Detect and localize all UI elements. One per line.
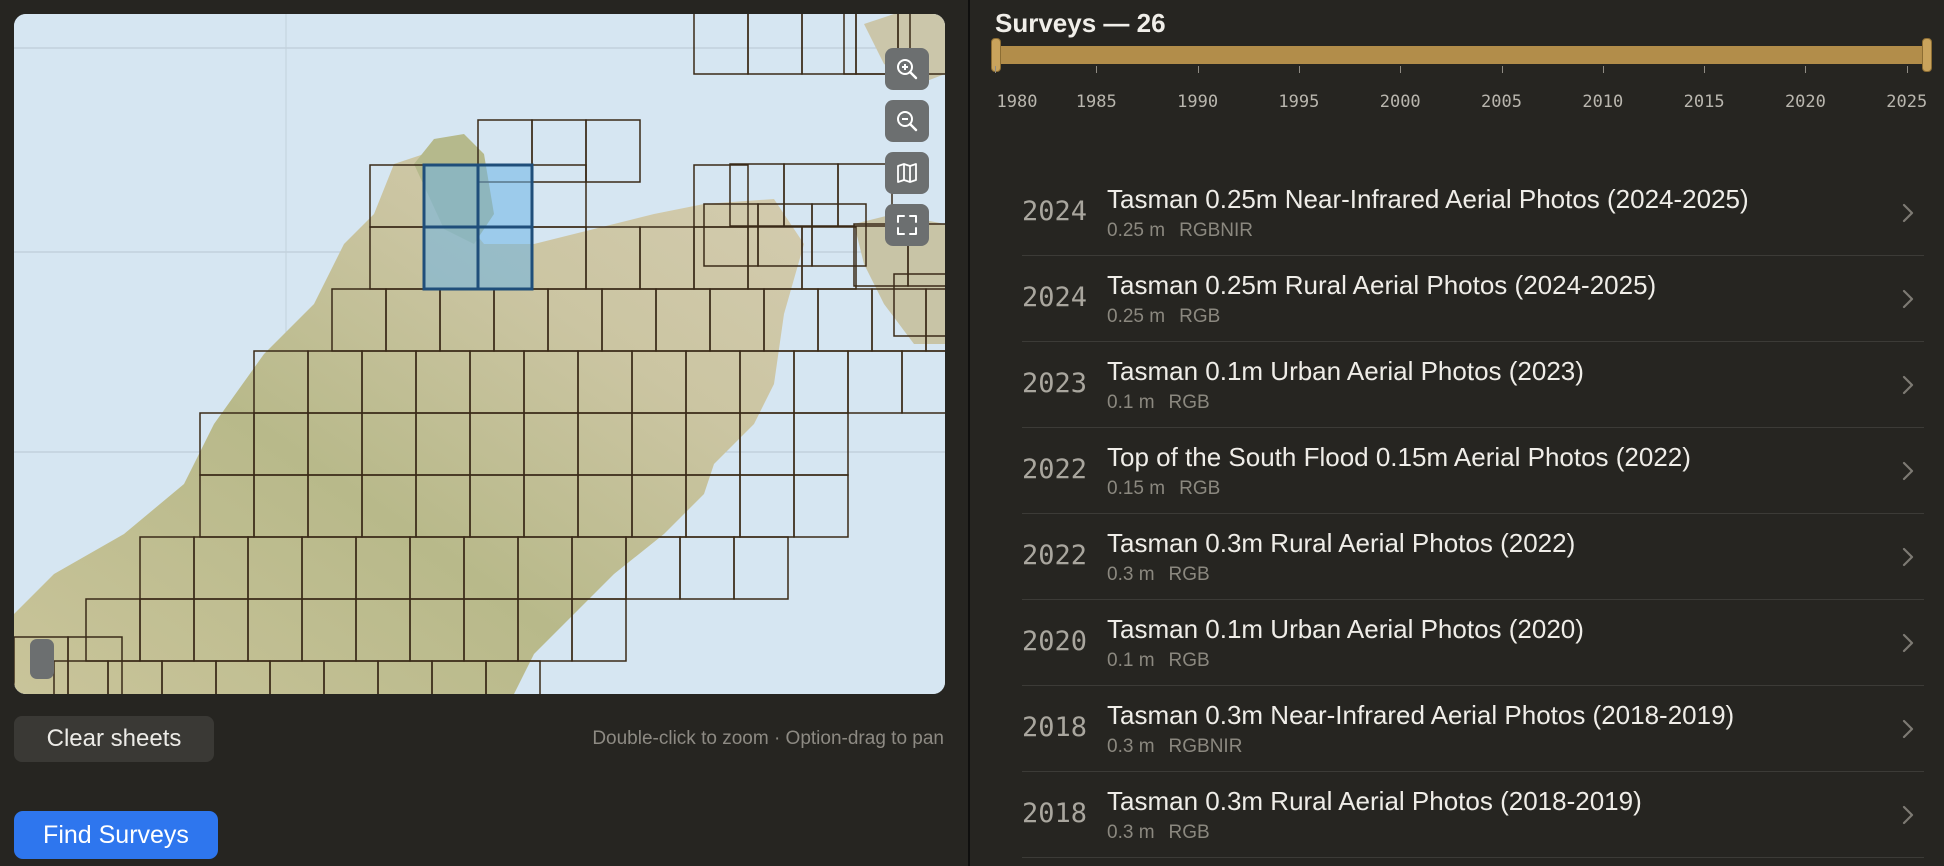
survey-meta: 0.15 m RGB: [1107, 478, 1220, 500]
survey-meta: 0.1 m RGB: [1107, 392, 1210, 414]
chevron-right-icon: [1902, 289, 1914, 309]
survey-title: Tasman 0.1m Urban Aerial Photos (2020): [1107, 614, 1584, 644]
year-tick-label: 2010: [1582, 92, 1624, 112]
survey-resolution: 0.1 m: [1107, 392, 1155, 413]
map-scroll-handle[interactable]: [30, 639, 54, 679]
survey-bands: RGBNIR: [1168, 736, 1243, 757]
survey-row[interactable]: 2018 Tasman 0.3m Near-Infrared Aerial Pho…: [1022, 686, 1924, 772]
year-tick-mark: [1298, 66, 1300, 73]
survey-title: Tasman 0.25m Near-Infrared Aerial Photos…: [1107, 184, 1749, 214]
survey-year: 2022: [1022, 454, 1088, 485]
survey-title: Tasman 0.25m Rural Aerial Photos (2024-2…: [1107, 270, 1657, 300]
year-tick-label: 1995: [1278, 92, 1320, 112]
year-tick-label: 1990: [1177, 92, 1219, 112]
map-layers-button[interactable]: [885, 152, 929, 194]
fullscreen-button[interactable]: [885, 204, 929, 246]
survey-resolution: 0.3 m: [1107, 564, 1155, 585]
chevron-right-icon: [1902, 633, 1914, 653]
survey-title: Top of the South Flood 0.15m Aerial Phot…: [1107, 442, 1691, 472]
map-view[interactable]: [14, 14, 945, 694]
survey-resolution: 0.1 m: [1107, 650, 1155, 671]
year-range-track[interactable]: [995, 46, 1927, 64]
map-pane: Clear sheets Double-click to zoom · Opti…: [0, 0, 968, 866]
year-tick-mark: [1906, 66, 1908, 73]
chevron-right-icon: [1902, 375, 1914, 395]
survey-year: 2023: [1022, 368, 1088, 399]
surveys-title: Surveys — 26: [995, 8, 1166, 38]
survey-resolution: 0.25 m: [1107, 220, 1166, 241]
fullscreen-icon: [897, 215, 917, 235]
survey-year: 2022: [1022, 540, 1088, 571]
year-range-ticks: 1980 1985 1990 1995 2000 2005 2010 2015 2020 2025: [970, 66, 1944, 116]
year-tick-mark: [1602, 66, 1604, 73]
survey-list: 2024 Tasman 0.25m Near-Infrared Aerial Ph…: [1022, 170, 1924, 858]
survey-bands: RGB: [1179, 478, 1221, 499]
year-tick-mark: [995, 66, 996, 73]
survey-year: 2018: [1022, 712, 1088, 743]
survey-resolution: 0.3 m: [1107, 736, 1155, 757]
survey-bands: RGB: [1168, 822, 1210, 843]
survey-meta: 0.3 m RGBNIR: [1107, 736, 1242, 758]
find-surveys-button[interactable]: Find Surveys: [14, 811, 218, 859]
selected-sheets: [422, 163, 534, 291]
map-hint: Double-click to zoom · Option-drag to pa…: [592, 728, 944, 749]
map-canvas[interactable]: [14, 14, 945, 694]
clear-sheets-button[interactable]: Clear sheets: [14, 716, 214, 762]
map-icon: [897, 163, 917, 183]
zoom-in-icon: [897, 59, 918, 80]
year-tick-label: 2005: [1481, 92, 1522, 112]
year-tick-label: 1985: [1075, 92, 1117, 112]
survey-year: 2024: [1022, 282, 1088, 313]
year-tick-label: 2015: [1683, 92, 1725, 112]
survey-row[interactable]: 2023 Tasman 0.1m Urban Aerial Photos (202…: [1022, 342, 1924, 428]
chevron-right-icon: [1902, 547, 1914, 567]
survey-title: Tasman 0.1m Urban Aerial Photos (2023): [1107, 356, 1584, 386]
survey-row[interactable]: 2022 Top of the South Flood 0.15m Aerial …: [1022, 428, 1924, 514]
chevron-right-icon: [1902, 461, 1914, 481]
survey-row[interactable]: 2018 Tasman 0.3m Rural Aerial Photos (201…: [1022, 772, 1924, 858]
survey-year: 2020: [1022, 626, 1088, 657]
survey-bands: RGB: [1168, 650, 1210, 671]
survey-meta: 0.1 m RGB: [1107, 650, 1210, 672]
chevron-right-icon: [1902, 805, 1914, 825]
survey-title: Tasman 0.3m Rural Aerial Photos (2022): [1107, 528, 1576, 558]
survey-title: Tasman 0.3m Near-Infrared Aerial Photos …: [1107, 700, 1735, 730]
map-controls: [885, 48, 929, 246]
survey-meta: 0.25 m RGBNIR: [1107, 220, 1253, 242]
survey-meta: 0.25 m RGB: [1107, 306, 1220, 328]
year-tick-mark: [1197, 66, 1199, 73]
survey-row[interactable]: 2024 Tasman 0.25m Rural Aerial Photos (20…: [1022, 256, 1924, 342]
survey-resolution: 0.15 m: [1107, 478, 1166, 499]
surveys-pane: Surveys — 26 1980 1985 1990 1995 2000 2005 201…: [970, 0, 1944, 866]
survey-bands: RGB: [1168, 564, 1210, 585]
survey-bands: RGB: [1168, 392, 1210, 413]
survey-year: 2024: [1022, 196, 1088, 227]
zoom-in-button[interactable]: [885, 48, 929, 90]
year-tick-label: 2000: [1379, 92, 1421, 112]
year-tick-label: 1980: [996, 92, 1038, 112]
survey-bands: RGBNIR: [1179, 220, 1253, 241]
year-tick-mark: [1501, 66, 1503, 73]
survey-row[interactable]: 2022 Tasman 0.3m Rural Aerial Photos (202…: [1022, 514, 1924, 600]
year-tick-mark: [1096, 66, 1098, 73]
survey-meta: 0.3 m RGB: [1107, 822, 1210, 844]
chevron-right-icon: [1902, 719, 1914, 739]
survey-row[interactable]: 2024 Tasman 0.25m Near-Infrared Aerial Ph…: [1022, 170, 1924, 256]
survey-meta: 0.3 m RGB: [1107, 564, 1210, 586]
year-tick-mark: [1805, 66, 1807, 73]
survey-title: Tasman 0.3m Rural Aerial Photos (2018-20…: [1107, 786, 1642, 816]
survey-bands: RGB: [1179, 306, 1221, 327]
survey-resolution: 0.25 m: [1107, 306, 1166, 327]
year-tick-label: 2025: [1886, 92, 1928, 112]
chevron-right-icon: [1902, 203, 1914, 223]
year-tick-mark: [1704, 66, 1706, 73]
zoom-out-icon: [897, 111, 918, 132]
survey-resolution: 0.3 m: [1107, 822, 1155, 843]
year-tick-label: 2020: [1784, 92, 1826, 112]
survey-row[interactable]: 2020 Tasman 0.1m Urban Aerial Photos (202…: [1022, 600, 1924, 686]
zoom-out-button[interactable]: [885, 100, 929, 142]
year-tick-mark: [1400, 66, 1402, 73]
survey-year: 2018: [1022, 798, 1088, 829]
